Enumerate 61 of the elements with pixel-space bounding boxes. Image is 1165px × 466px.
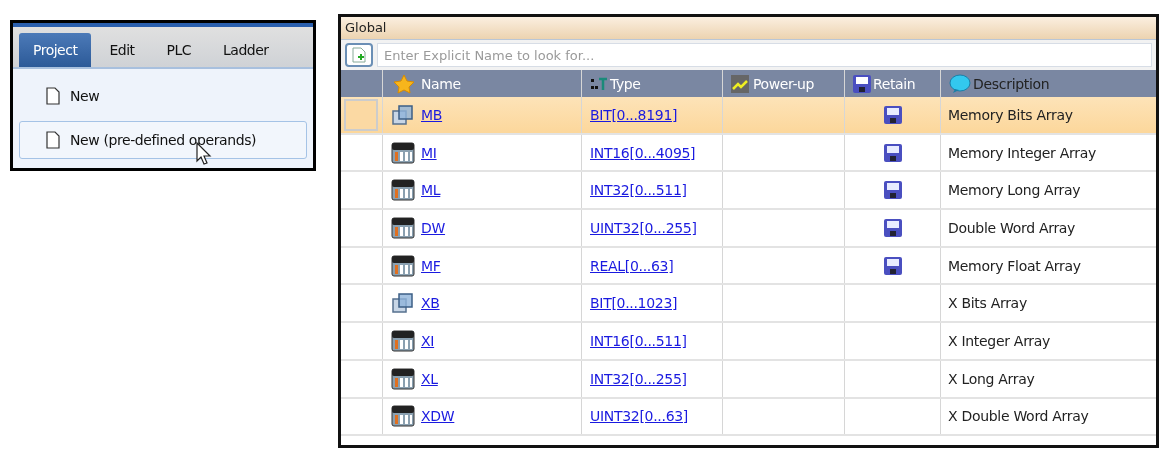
stacked-squares-icon [391, 103, 415, 126]
operand-name-link[interactable]: XL [421, 370, 438, 387]
table-row[interactable]: XDW UINT32[0...63] X Double Word Array [341, 398, 1156, 437]
operand-name-link[interactable]: XB [421, 295, 440, 312]
operand-name-link[interactable]: XDW [421, 408, 455, 425]
description-text: X Double Word Array [948, 408, 1089, 425]
operand-name-link[interactable]: MF [421, 257, 441, 274]
description-text: Memory Bits Array [948, 106, 1073, 123]
description-text: Memory Float Array [948, 257, 1081, 274]
table-row[interactable]: MI INT16[0...4095] Memory Integer Array [341, 134, 1156, 173]
menu-tab[interactable]: PLC [152, 33, 206, 67]
type-link[interactable]: INT16[0...511] [590, 332, 687, 349]
description-text: X Integer Array [948, 332, 1051, 349]
type-icon [590, 76, 608, 91]
table-row[interactable]: ML INT32[0...511] Memory Long Array [341, 172, 1156, 211]
menu-item[interactable]: New [19, 77, 307, 115]
stacked-squares-icon [391, 292, 415, 315]
table-row[interactable]: MF REAL[0...63] Memory Float Array [341, 247, 1156, 286]
menu-tab[interactable]: Ladder [209, 33, 283, 67]
type-link[interactable]: INT16[0...4095] [590, 144, 696, 161]
type-link[interactable]: UINT32[0...63] [590, 408, 688, 425]
table-icon [391, 405, 415, 428]
table-icon [391, 367, 415, 390]
type-link[interactable]: REAL[0...63] [590, 257, 674, 274]
document-icon [46, 87, 60, 105]
add-document-icon [352, 47, 366, 63]
description-text: X Bits Array [948, 295, 1027, 312]
type-link[interactable]: UINT32[0...255] [590, 219, 697, 236]
table-icon [391, 254, 415, 277]
operand-name-link[interactable]: DW [421, 219, 446, 236]
speech-bubble-icon [949, 73, 971, 94]
table-icon [391, 329, 415, 352]
description-text: Memory Long Array [948, 182, 1081, 199]
table-row[interactable]: DW UINT32[0...255] Double Word Array [341, 210, 1156, 248]
type-link[interactable]: INT32[0...255] [590, 370, 687, 387]
type-link[interactable]: INT32[0...511] [590, 182, 687, 199]
document-icon [46, 131, 60, 149]
operand-name-link[interactable]: MI [421, 144, 437, 161]
table-icon [391, 179, 415, 202]
chart-icon [731, 74, 749, 93]
table-icon [391, 141, 415, 164]
table-row[interactable]: XI INT16[0...511] X Integer Array [341, 323, 1156, 361]
table-row[interactable]: MB BIT[0...8191] Memory Bits Array [341, 97, 1156, 135]
add-button[interactable] [345, 43, 373, 67]
table-icon [391, 216, 415, 239]
menu-tab[interactable]: Edit [95, 33, 149, 67]
description-text: X Long Array [948, 370, 1035, 387]
column-header[interactable]: Description [941, 70, 1156, 97]
operand-name-link[interactable]: ML [421, 182, 441, 199]
panel-title: Global [341, 17, 1156, 40]
table-row[interactable]: XB BIT[0...1023] X Bits Array [341, 285, 1156, 324]
type-link[interactable]: BIT[0...1023] [590, 295, 678, 312]
operand-name-link[interactable]: MB [421, 106, 443, 123]
description-text: Double Word Array [948, 219, 1076, 236]
star-icon [393, 73, 415, 94]
table-row[interactable]: XL INT32[0...255] X Long Array [341, 360, 1156, 399]
description-text: Memory Integer Array [948, 144, 1096, 161]
menu-tab[interactable]: Project [19, 33, 92, 67]
search-field[interactable]: Enter Explicit Name to look for... [377, 43, 1152, 67]
type-link[interactable]: BIT[0...8191] [590, 106, 678, 123]
operand-name-link[interactable]: XI [421, 332, 435, 349]
